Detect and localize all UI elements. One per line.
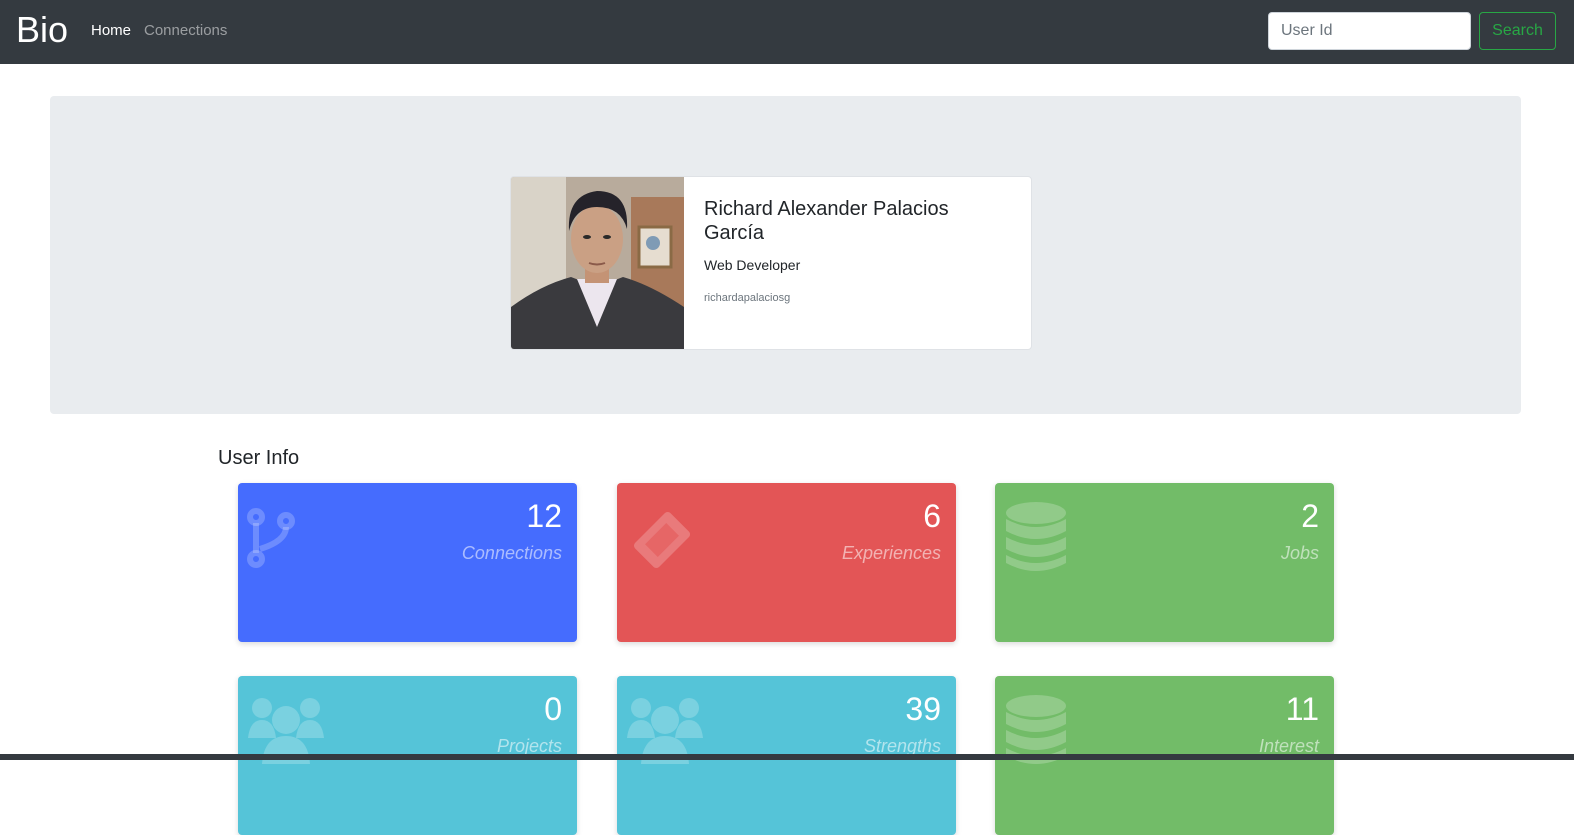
stat-label: Jobs — [1280, 543, 1319, 563]
bottom-edge-bar — [0, 754, 1574, 760]
fork-icon — [247, 508, 295, 568]
stat-value: 6 — [923, 498, 941, 534]
stat-value: 12 — [526, 498, 562, 534]
stat-card-jobs[interactable]: 2 Jobs — [995, 483, 1334, 642]
top-navbar: Bio Home Connections Search — [0, 0, 1574, 64]
stat-label: Experiences — [841, 543, 941, 563]
nav-link-connections[interactable]: Connections — [144, 21, 227, 41]
stat-card-connections[interactable]: 12 Connections — [238, 483, 577, 642]
ticket-icon — [633, 511, 691, 569]
stat-card-experiences[interactable]: 6 Experiences — [617, 483, 956, 642]
database-icon — [1006, 502, 1066, 571]
stat-value: 39 — [905, 691, 941, 727]
avatar — [511, 177, 684, 349]
stat-value: 0 — [544, 691, 562, 727]
stat-value: 2 — [1301, 498, 1319, 534]
nav-link-home[interactable]: Home — [91, 21, 131, 41]
stat-label: Connections — [461, 543, 562, 563]
brand-logo[interactable]: Bio — [16, 8, 68, 52]
search-button[interactable]: Search — [1479, 12, 1556, 50]
profile-username: richardapalaciosg — [704, 292, 791, 304]
user-info-title: User Info — [218, 447, 300, 469]
user-id-search-input[interactable] — [1268, 12, 1471, 50]
profile-role: Web Developer — [704, 257, 801, 273]
stat-value: 11 — [1285, 691, 1319, 727]
profile-name: Richard Alexander Palacios García — [704, 198, 949, 244]
profile-card: Richard Alexander Palacios García Web De… — [510, 176, 1032, 350]
